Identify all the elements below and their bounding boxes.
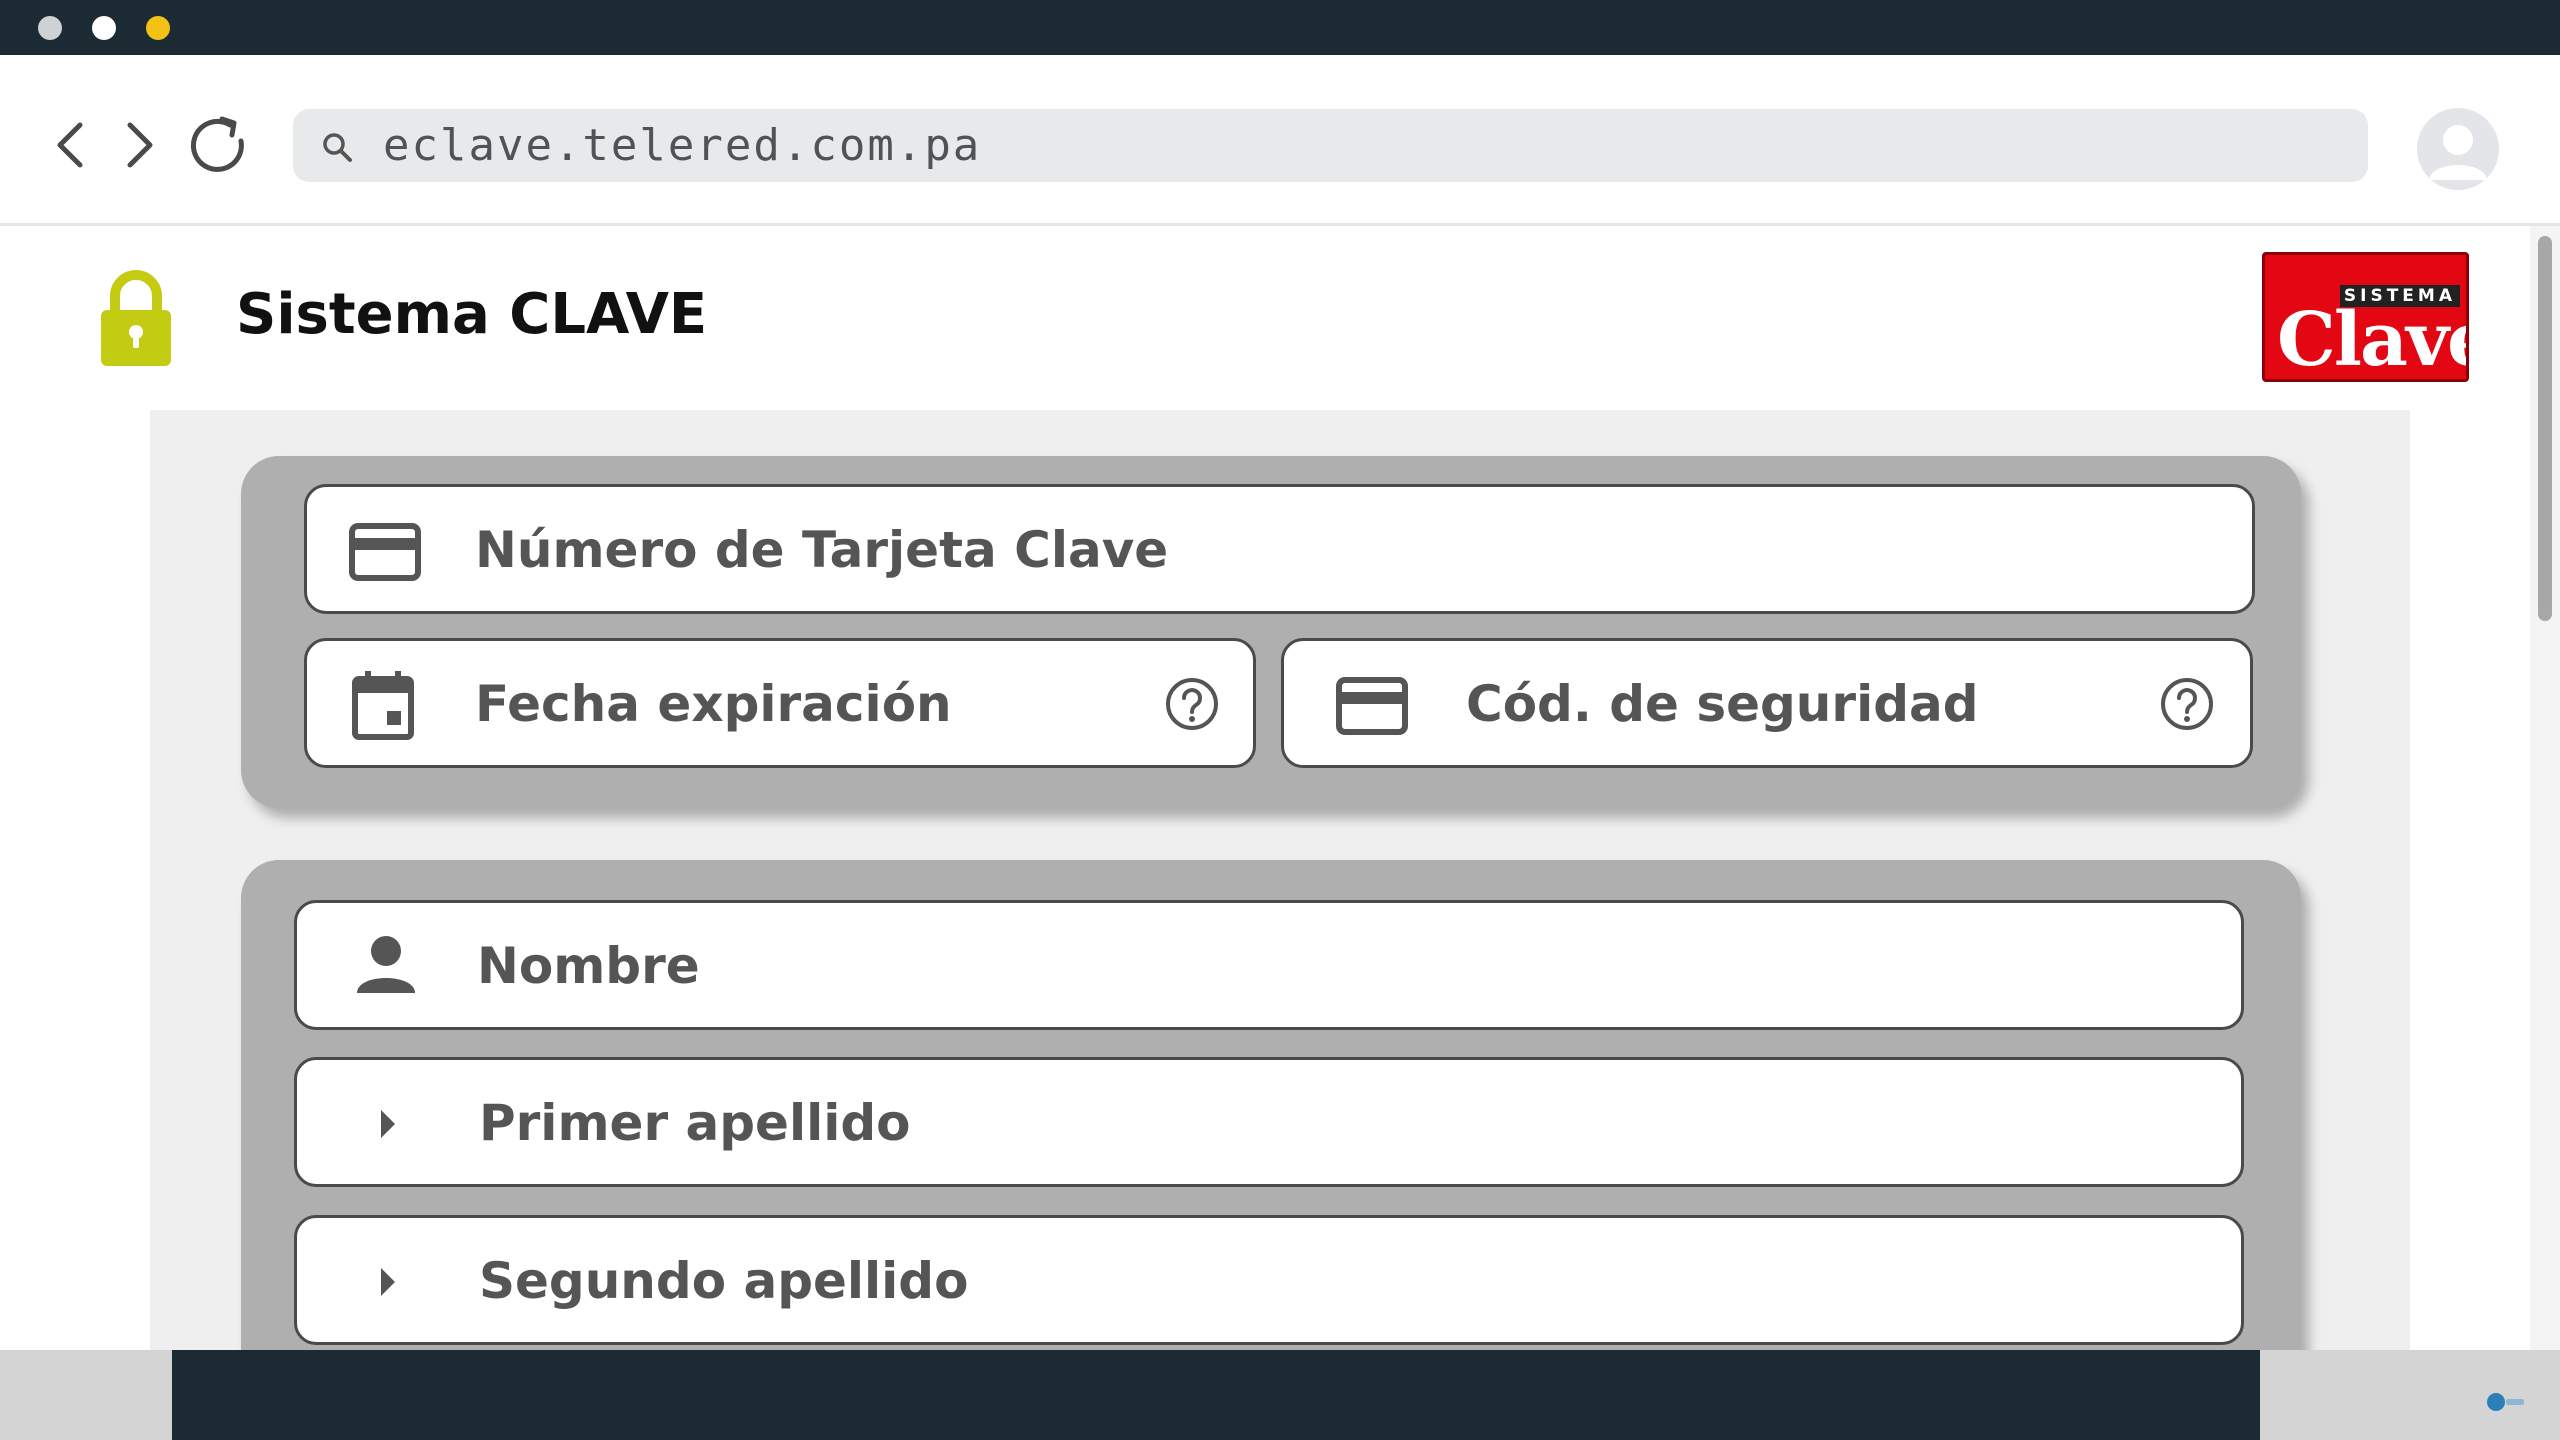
security-code-help-icon[interactable]: [2160, 677, 2214, 731]
forward-button[interactable]: [112, 113, 168, 177]
expiry-date-placeholder: Fecha expiración: [475, 675, 952, 733]
footer-bar: [172, 1350, 2260, 1440]
forward-arrow-icon: [127, 122, 153, 168]
caret-right-icon: [381, 1268, 395, 1296]
window-minimize-dot[interactable]: [92, 16, 116, 40]
credit-card-icon: [1336, 677, 1408, 735]
profile-icon: [2429, 125, 2487, 180]
brand-logo-name: Clave: [2277, 297, 2466, 382]
name-placeholder: Nombre: [477, 937, 700, 995]
security-code-placeholder: Cód. de seguridad: [1466, 675, 1979, 733]
back-arrow-icon: [57, 122, 83, 168]
window-titlebar: [0, 0, 2560, 55]
page-title: Sistema CLAVE: [236, 282, 708, 347]
calendar-icon: [352, 671, 414, 740]
address-url[interactable]: eclave.telered.com.pa: [383, 109, 981, 182]
second-surname-placeholder: Segundo apellido: [479, 1252, 969, 1310]
security-code-field[interactable]: Cód. de seguridad: [1281, 638, 2253, 768]
search-icon: [323, 133, 352, 162]
footer-left-margin: [0, 1350, 172, 1440]
watermark-globe-icon: [2487, 1393, 2524, 1411]
card-number-placeholder: Número de Tarjeta Clave: [475, 521, 1169, 579]
reload-icon: [190, 116, 244, 172]
brand-logo: SISTEMA Clave: [2262, 252, 2469, 382]
caret-right-icon: [381, 1110, 395, 1138]
credit-card-icon: [349, 523, 421, 581]
profile-button[interactable]: [2417, 108, 2499, 190]
card-number-field[interactable]: Número de Tarjeta Clave: [304, 484, 2255, 614]
first-surname-placeholder: Primer apellido: [479, 1094, 911, 1152]
user-icon: [357, 936, 415, 993]
expiry-help-icon[interactable]: [1165, 677, 1219, 731]
page-scrollbar[interactable]: [2530, 226, 2560, 1350]
back-button[interactable]: [42, 113, 98, 177]
scroll-thumb[interactable]: [2538, 236, 2552, 621]
lock-icon: [101, 270, 171, 366]
first-surname-field[interactable]: Primer apellido: [294, 1057, 2244, 1187]
second-surname-field[interactable]: Segundo apellido: [294, 1215, 2244, 1345]
window-maximize-dot[interactable]: [146, 16, 170, 40]
window-close-dot[interactable]: [38, 16, 62, 40]
address-bar[interactable]: eclave.telered.com.pa: [293, 109, 2368, 182]
name-field[interactable]: Nombre: [294, 900, 2244, 1030]
reload-button[interactable]: [186, 113, 256, 177]
expiry-date-field[interactable]: Fecha expiración: [304, 638, 1256, 768]
